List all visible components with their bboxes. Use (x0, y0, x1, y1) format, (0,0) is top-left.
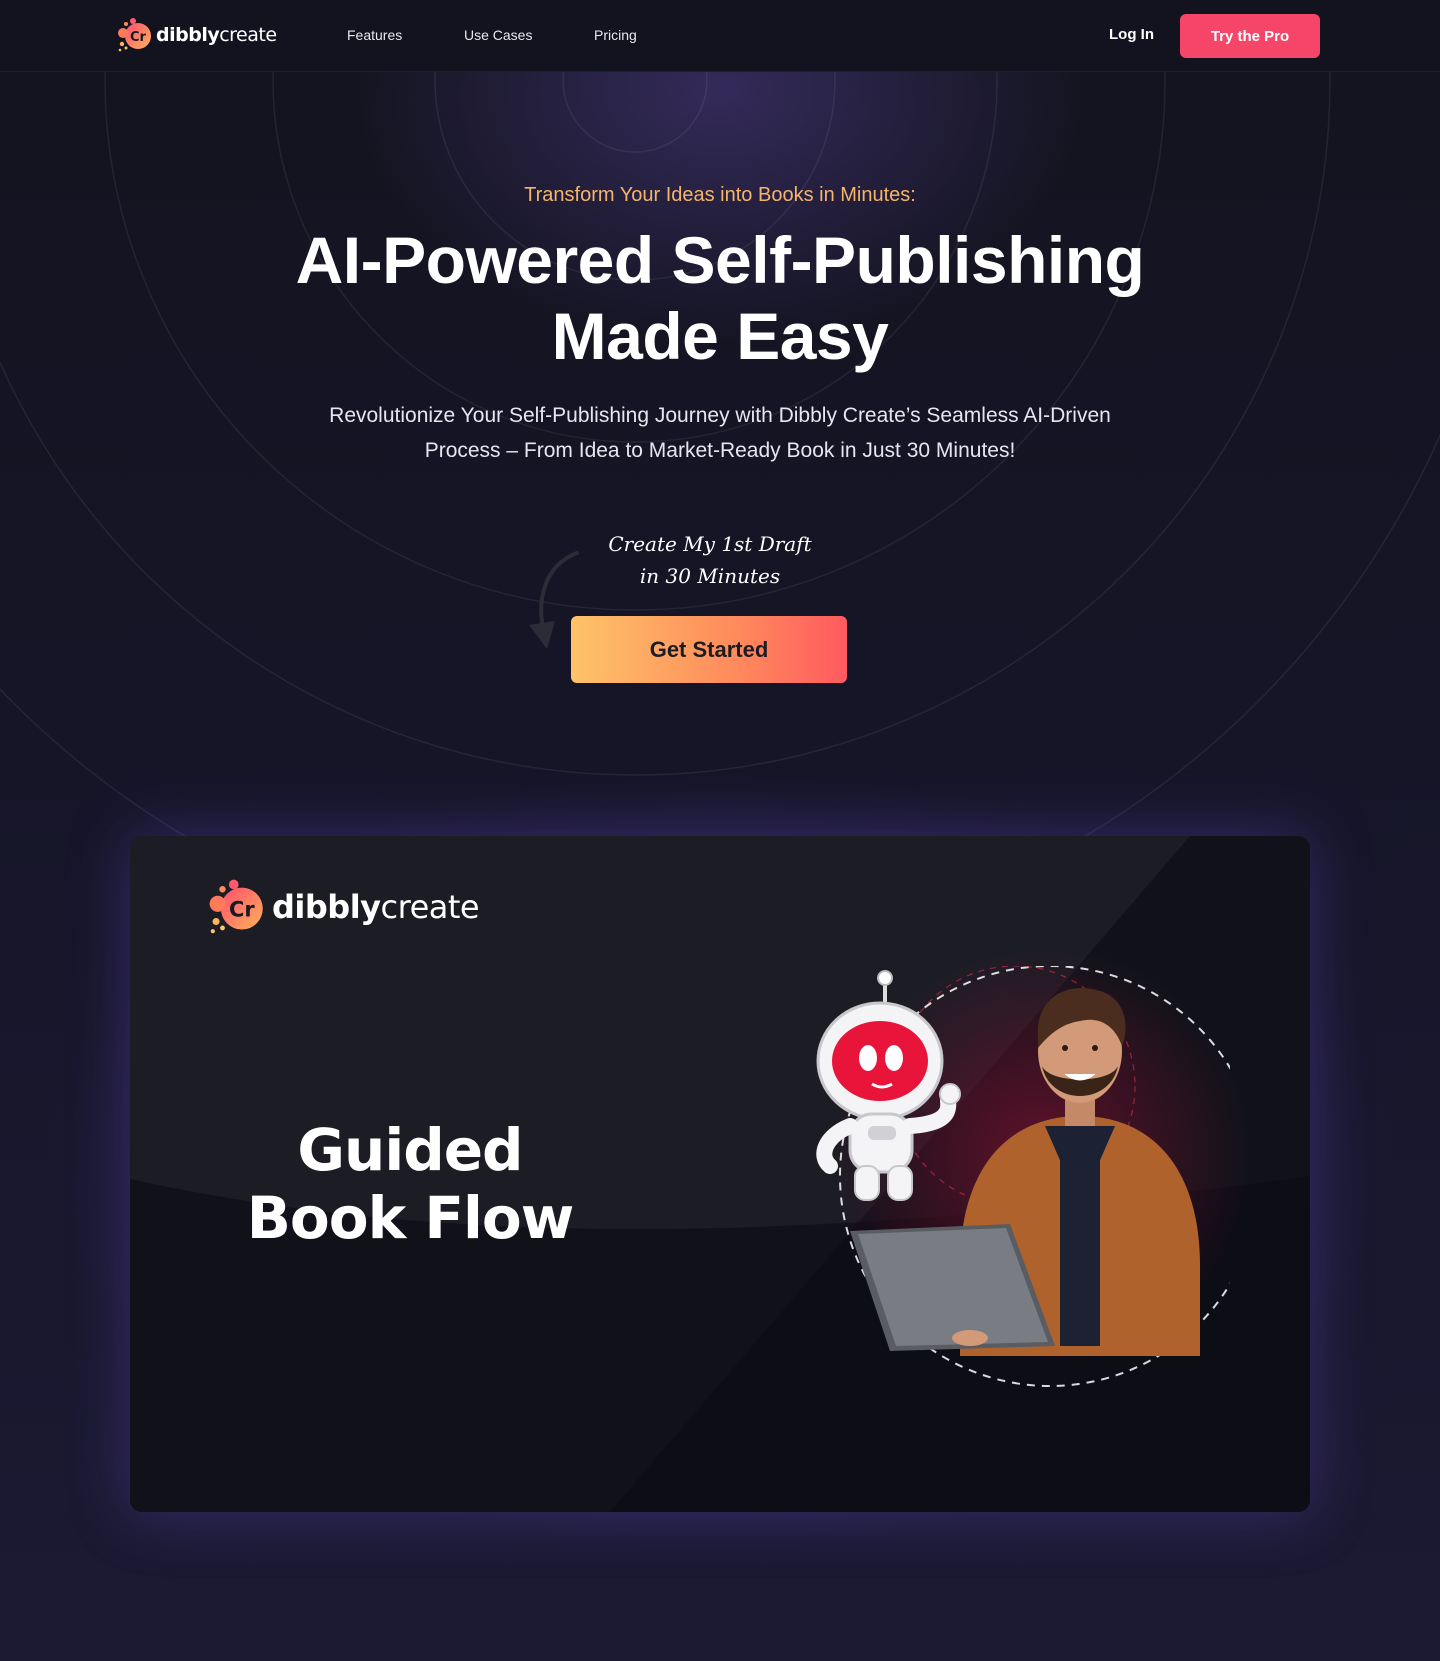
card-brand-logo: Cr dibblycreate (208, 878, 480, 936)
hero-headline-line1: AI-Powered Self-Publishing (295, 223, 1145, 297)
svg-text:Cr: Cr (229, 898, 255, 922)
dibbly-logo-icon: Cr (209, 879, 263, 934)
video-preview-card[interactable]: Cr dibblycreate Guided Book Flow (130, 836, 1310, 1512)
get-started-button[interactable]: Get Started (571, 616, 847, 683)
hero-subhead: Revolutionize Your Self-Publishing Journ… (329, 404, 1111, 462)
try-pro-button[interactable]: Try the Pro (1180, 14, 1320, 58)
login-link[interactable]: Log In (1109, 26, 1154, 43)
brand-name: dibblycreate (156, 24, 277, 46)
cta-note-line1: Create My 1st Draft (608, 532, 812, 556)
robot-mascot-icon (816, 970, 961, 1201)
cta-handwritten-note: Create My 1st Draft in 30 Minutes (560, 528, 860, 592)
top-navbar: Cr dibblycreate Features Use Cases Prici… (0, 0, 1440, 72)
nav-link-pricing[interactable]: Pricing (594, 27, 637, 43)
svg-text:Cr: Cr (130, 30, 147, 45)
card-brand-name: dibblycreate (272, 888, 480, 926)
hero-headline: AI-Powered Self-Publishing Made Easy (0, 222, 1440, 374)
dibbly-logo-icon: Cr (118, 18, 151, 52)
hero-eyebrow: Transform Your Ideas into Books in Minut… (524, 184, 916, 206)
cta-note-line2: in 30 Minutes (639, 564, 781, 588)
nav-link-use-cases[interactable]: Use Cases (464, 27, 532, 43)
card-title-line2: Book Flow (246, 1184, 575, 1252)
nav-link-features[interactable]: Features (347, 27, 402, 43)
card-title-line1: Guided (297, 1116, 523, 1184)
brand-logo[interactable]: Cr dibblycreate (117, 17, 277, 53)
hero-illustration (816, 966, 1230, 1387)
card-title: Guided Book Flow (230, 1116, 590, 1252)
hero-headline-line2: Made Easy (551, 299, 889, 373)
